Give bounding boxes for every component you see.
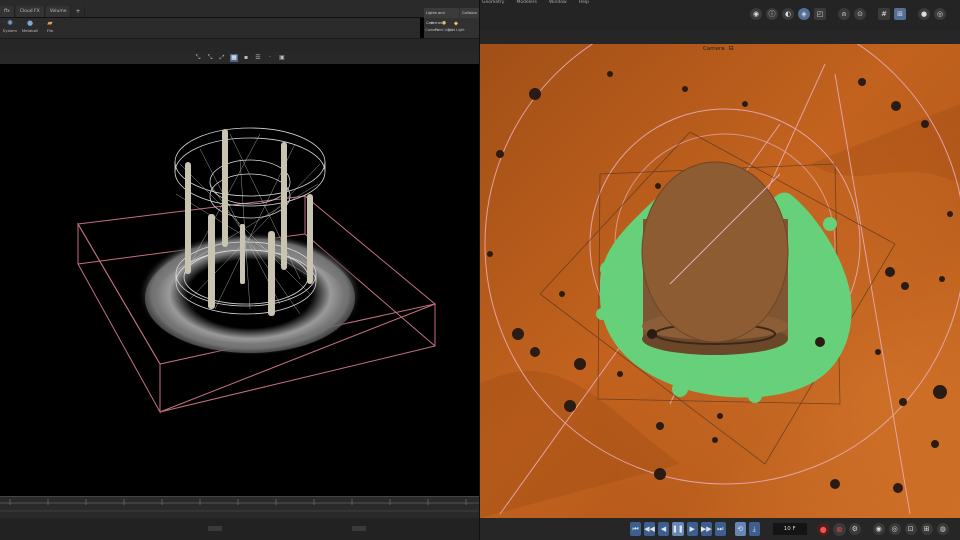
camera-icon: ⌖ xyxy=(430,20,434,27)
display-options-icon[interactable]: ☰ xyxy=(254,54,262,62)
shaded-cube-icon[interactable]: ◈ xyxy=(798,8,810,20)
app-window: ffx Cloud FX Volume + ✺ System ● Metabal… xyxy=(0,0,960,540)
menu-help[interactable]: Help xyxy=(579,0,589,5)
display-toolbar: ◉ ⓘ ◐ ◈ ◰ ⍝ ⊙ # ⊞ ● ◎ xyxy=(750,8,946,20)
visibility-icon[interactable]: ◎ xyxy=(888,523,901,535)
record-icon[interactable]: ◉ xyxy=(750,8,762,20)
half-circle-icon[interactable]: ◐ xyxy=(782,8,794,20)
wireframe-icon[interactable]: ◰ xyxy=(814,8,826,20)
pane-tab-strip xyxy=(0,38,480,52)
left-viewport-pane: ffx Cloud FX Volume + ✺ System ● Metabal… xyxy=(0,0,480,540)
point-icon[interactable]: · xyxy=(266,54,274,62)
layout-icon[interactable]: ⊞ xyxy=(920,523,933,535)
camera-viewport[interactable]: Camera ⊟ xyxy=(480,44,960,518)
spot-light-icon: ⬥ xyxy=(453,20,459,27)
scene-viewport-wireframe[interactable] xyxy=(0,64,480,496)
metaball-icon: ● xyxy=(26,19,34,27)
tab-volume[interactable]: Volume xyxy=(45,6,72,17)
right-top-bar: Geometry Modelers Window Help ◉ ⓘ ◐ ◈ ◰ … xyxy=(480,0,960,30)
step-back-button[interactable]: ◀◀ xyxy=(644,522,655,536)
snap-icon[interactable]: ⤡ xyxy=(194,54,202,62)
left-status-strip xyxy=(0,518,480,540)
snap-icon[interactable]: ⊡ xyxy=(904,523,917,535)
menu-window[interactable]: Window xyxy=(549,0,567,5)
menu-geometry[interactable]: Geometry xyxy=(482,0,504,5)
shelf-tool-file[interactable]: ▰ File xyxy=(42,18,58,38)
grid-icon[interactable]: # xyxy=(878,8,890,20)
upper-disk xyxy=(174,127,326,219)
menu-modelers[interactable]: Modelers xyxy=(516,0,536,5)
range-handle[interactable] xyxy=(208,526,222,531)
range-handle[interactable] xyxy=(352,526,366,531)
shelf-tool-metaball[interactable]: ● Metaball xyxy=(22,18,38,38)
timeline-ticks xyxy=(0,499,480,512)
camera-lock-icon[interactable]: ⊟ xyxy=(729,45,734,52)
play-button[interactable]: ▶ xyxy=(686,522,698,536)
grid-icon[interactable]: ▦ xyxy=(230,54,238,62)
key-icon[interactable]: ◉ xyxy=(872,523,885,535)
settings-icon[interactable]: ● xyxy=(918,8,930,20)
shelf-tool-label: File xyxy=(46,28,54,33)
right-viewport-pane: Geometry Modelers Window Help ◉ ⓘ ◐ ◈ ◰ … xyxy=(480,0,960,540)
jump-start-button[interactable]: ⏮ xyxy=(630,522,641,536)
main-menu: Geometry Modelers Window Help xyxy=(480,0,589,5)
tab-collision[interactable]: Collision xyxy=(459,8,479,18)
snap-grid-icon[interactable]: ⊞ xyxy=(894,8,906,20)
lights-cameras-shelf: Lights and Cameras Collision ⌖ Camera ✹ … xyxy=(424,8,480,38)
tab-lights-and-cameras[interactable]: Lights and Cameras xyxy=(424,8,459,25)
realtime-button[interactable]: ⤓ xyxy=(748,522,760,536)
viewport-toolbar: ⤡ ⤡ ⤢ ▦ ▪ ☰ · ▣ xyxy=(0,52,480,64)
jump-end-button[interactable]: ⏭ xyxy=(714,522,726,536)
point-light-icon: ✹ xyxy=(441,20,447,27)
shelf-tab-bar: ffx Cloud FX Volume + xyxy=(0,0,480,18)
info-icon[interactable]: ⓘ xyxy=(766,8,778,20)
globe-icon[interactable]: ◍ xyxy=(936,523,949,535)
settings-icon[interactable]: ⚙ xyxy=(848,523,861,535)
snap-icon[interactable]: ⤡ xyxy=(206,54,214,62)
play-reverse-button[interactable]: ◀ xyxy=(658,522,669,536)
shelf-tool-label: System xyxy=(2,28,18,33)
file-icon: ▰ xyxy=(47,19,53,27)
snap-icon[interactable]: ⤢ xyxy=(218,54,226,62)
add-tab-button[interactable]: + xyxy=(72,6,85,17)
cylinder-top xyxy=(642,162,788,342)
playback-bar: ⏮ ◀◀ ◀ ❚❚ ▶ ▶▶ ⏭ ⟲ ⤓ 10 F ● ⊗ ⚙ ◉ ◎ ⊡ ⊞ … xyxy=(480,518,960,540)
shelf-tool-label: Metaball xyxy=(21,28,39,33)
timeline-bar[interactable] xyxy=(0,496,480,518)
shelf-tools: ✺ System ● Metaball ▰ File xyxy=(0,18,420,38)
camera-name: Camera xyxy=(703,45,725,52)
system-icon: ✺ xyxy=(7,19,13,27)
right-sub-strip xyxy=(480,30,960,44)
stop-record-icon[interactable]: ⊗ xyxy=(832,522,846,536)
tab-ffx[interactable]: ffx xyxy=(0,6,15,17)
current-frame-field[interactable]: 10 F xyxy=(772,523,807,535)
shelf-tool-label: Spot Light xyxy=(447,28,465,32)
tab-cloud-fx[interactable]: Cloud FX xyxy=(15,6,45,17)
lights-icon[interactable]: ◎ xyxy=(934,8,946,20)
ghost-icon[interactable]: ⊙ xyxy=(854,8,866,20)
shading-icon[interactable]: ▪ xyxy=(242,54,250,62)
shelf-tool-system[interactable]: ✺ System xyxy=(2,18,18,38)
shelf-tool-spot-light[interactable]: ⬥ Spot Light xyxy=(447,20,465,32)
record-button[interactable]: ● xyxy=(816,522,830,536)
pause-button[interactable]: ❚❚ xyxy=(672,522,684,536)
step-forward-button[interactable]: ▶▶ xyxy=(700,522,712,536)
loop-button[interactable]: ⟲ xyxy=(734,522,746,536)
rendered-scene xyxy=(480,44,960,518)
camera-view-icon[interactable]: ▣ xyxy=(278,54,286,62)
camera-lock-icon[interactable]: ⍝ xyxy=(838,8,850,20)
wireframe-scene xyxy=(77,127,437,414)
camera-label[interactable]: Camera ⊟ xyxy=(703,45,734,52)
